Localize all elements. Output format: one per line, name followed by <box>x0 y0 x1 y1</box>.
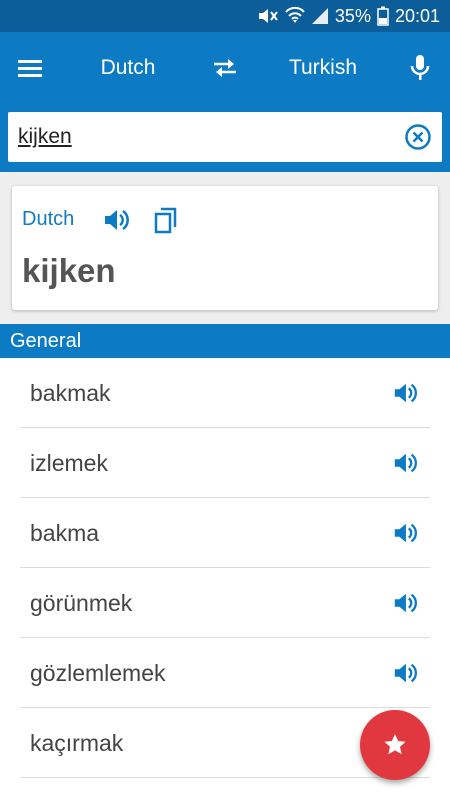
list-item[interactable]: gözlemlemek <box>20 638 430 708</box>
list-item[interactable]: bakmak <box>20 358 430 428</box>
wifi-icon <box>285 6 305 26</box>
translation-text: gözlemlemek <box>30 660 166 686</box>
translation-text: kaçırmak <box>30 730 124 756</box>
speaker-icon[interactable] <box>392 660 418 686</box>
status-bar: 35% 20:01 <box>0 0 450 32</box>
speaker-icon[interactable] <box>392 520 418 546</box>
section-header: General <box>0 324 450 358</box>
clear-search-button[interactable] <box>404 123 432 151</box>
signal-icon <box>311 7 329 25</box>
clock: 20:01 <box>394 5 440 26</box>
list-item[interactable]: bakma <box>20 498 430 568</box>
copy-icon <box>154 207 177 234</box>
voice-input-button[interactable] <box>398 32 442 104</box>
source-word-card: Dutch kijken <box>12 186 438 310</box>
mute-icon <box>257 6 279 26</box>
copy-button[interactable] <box>152 206 180 234</box>
microphone-icon <box>410 55 430 80</box>
speaker-icon[interactable] <box>392 450 418 476</box>
list-item[interactable]: görünmek <box>20 568 430 638</box>
target-language-button[interactable]: Turkish <box>268 32 378 104</box>
search-box <box>8 112 442 162</box>
speaker-icon <box>105 209 129 231</box>
favorite-button[interactable] <box>360 710 430 780</box>
star-icon <box>384 734 406 755</box>
battery-icon <box>377 6 389 26</box>
translation-text: bakma <box>30 520 100 546</box>
search-input[interactable] <box>18 112 388 162</box>
menu-button[interactable] <box>8 32 52 104</box>
translation-text: izlemek <box>30 450 108 476</box>
menu-icon <box>18 60 42 77</box>
card-language-label: Dutch <box>22 208 75 230</box>
app-bar: Dutch Turkish <box>0 32 450 104</box>
list-item[interactable]: izlemek <box>20 428 430 498</box>
source-language-button[interactable]: Dutch <box>78 32 178 104</box>
source-word: kijken <box>22 252 116 289</box>
clear-icon <box>405 124 431 150</box>
battery-text: 35% <box>334 5 371 26</box>
speaker-icon[interactable] <box>392 380 418 406</box>
translation-text: bakmak <box>30 380 111 406</box>
speaker-icon[interactable] <box>392 590 418 616</box>
search-bar <box>0 104 450 172</box>
swap-icon <box>214 59 236 77</box>
speak-source-button[interactable] <box>102 206 130 234</box>
swap-languages-button[interactable] <box>202 32 248 104</box>
translation-text: görünmek <box>30 590 133 616</box>
